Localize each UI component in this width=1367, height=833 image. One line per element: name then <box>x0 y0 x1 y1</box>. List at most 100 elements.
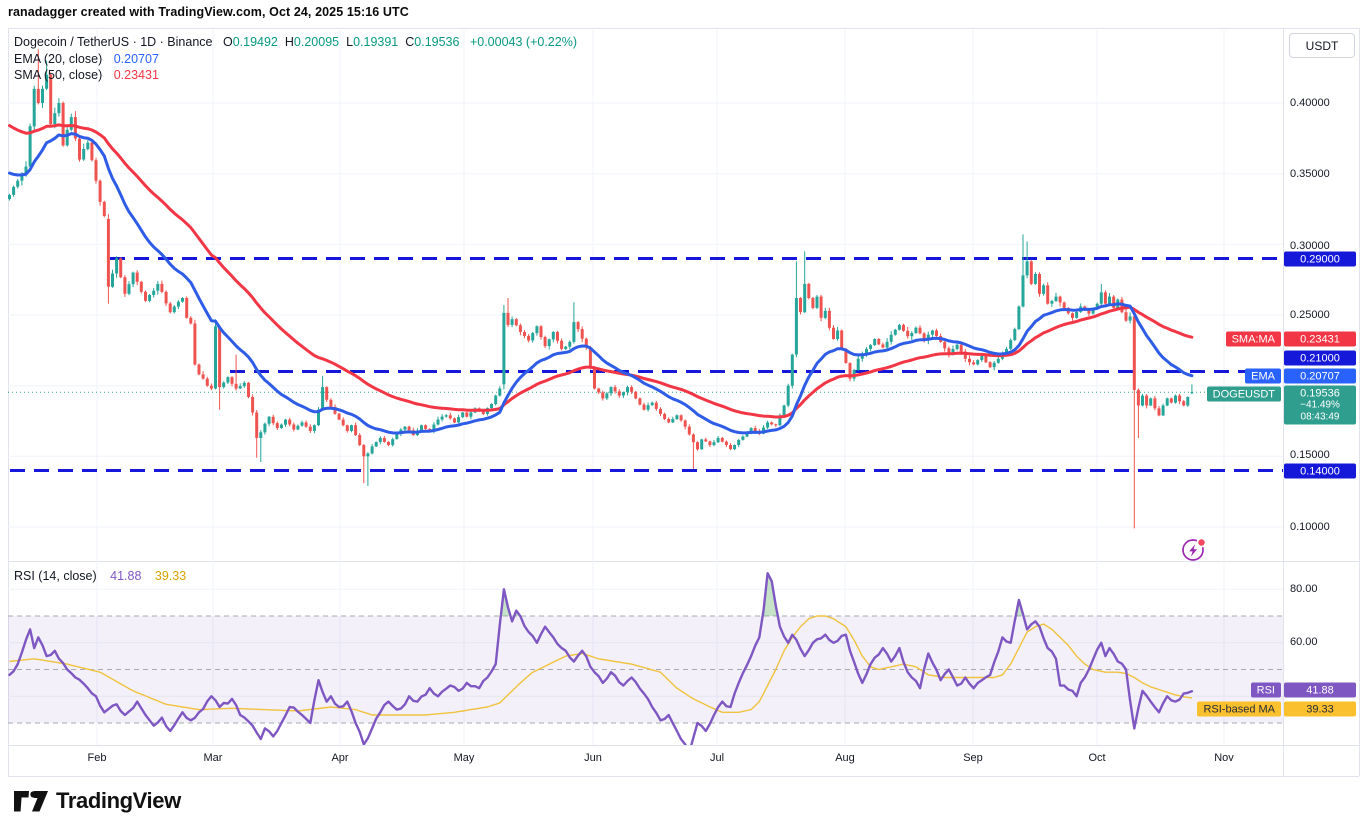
lightning-icon[interactable] <box>1179 535 1209 565</box>
month-label-Feb[interactable]: Feb <box>88 752 107 764</box>
candle-body <box>259 432 262 438</box>
candle-body <box>1149 398 1152 405</box>
month-label-Sep[interactable]: Sep <box>963 752 983 764</box>
axis-label-ema[interactable]: EMA <box>1245 369 1281 384</box>
candle-body <box>1059 297 1062 303</box>
candle-body <box>717 438 720 442</box>
candle-body <box>1137 390 1140 406</box>
ema-legend-row[interactable]: EMA (20, close) 0.20707 <box>14 52 159 66</box>
candle-body <box>535 326 538 333</box>
month-label-May[interactable]: May <box>454 752 475 764</box>
candle-body <box>655 403 658 409</box>
candle-body <box>1071 313 1074 318</box>
rsi-legend-row[interactable]: RSI (14, close) 41.88 39.33 <box>14 569 186 583</box>
rsi-label: RSI (14, close) <box>14 569 97 583</box>
rsi-ma-value: 39.33 <box>155 569 186 583</box>
axis-value-rsi[interactable]: 41.88 <box>1284 683 1356 698</box>
candle-body <box>816 297 819 308</box>
month-label-Apr[interactable]: Apr <box>331 752 348 764</box>
candle-body <box>577 322 580 329</box>
axis-value-rsi-ma[interactable]: 39.33 <box>1284 702 1356 717</box>
candle-body <box>263 424 266 433</box>
candle-body <box>869 345 872 349</box>
axis-value-ema[interactable]: 0.20707 <box>1284 369 1356 384</box>
month-label-Jun[interactable]: Jun <box>584 752 602 764</box>
candle-body <box>651 403 654 406</box>
candle-body <box>1075 312 1078 318</box>
candle-body <box>634 392 637 399</box>
candle-body <box>218 326 221 387</box>
candle-body <box>1022 275 1025 306</box>
candle-body <box>968 359 971 363</box>
candle-body <box>877 339 880 344</box>
axis-value-symbol[interactable]: 0.19536−41.49%08:43:49 <box>1284 386 1356 425</box>
symbol-legend-row[interactable]: Dogecoin / TetherUS · 1D · Binance O0.19… <box>14 35 577 49</box>
candle-body <box>667 419 670 422</box>
month-label-Mar[interactable]: Mar <box>204 752 223 764</box>
month-label-Jul[interactable]: Jul <box>710 752 724 764</box>
candle-body <box>626 387 629 392</box>
axis-value-level-21[interactable]: 0.21000 <box>1284 351 1356 366</box>
axis-label-rsi[interactable]: RSI <box>1251 683 1281 698</box>
frame-top-border <box>8 28 1360 29</box>
month-label-Aug[interactable]: Aug <box>835 752 855 764</box>
ema-value: 0.20707 <box>114 52 159 66</box>
price-tick-0.10000: 0.10000 <box>1290 521 1330 533</box>
candle-body <box>329 400 332 407</box>
candle-body <box>1063 303 1066 308</box>
candle-body <box>391 439 394 445</box>
candle-body <box>321 387 324 410</box>
candle-body <box>1042 285 1045 294</box>
candle-body <box>1038 274 1041 294</box>
candle-body <box>78 139 81 160</box>
axis-label-rsi-ma[interactable]: RSI-based MA <box>1197 702 1281 717</box>
candle-body <box>1182 401 1185 405</box>
candle-body <box>165 292 168 304</box>
candle-body <box>437 420 440 425</box>
candle-body <box>1178 396 1181 402</box>
frame-bottom-border <box>8 776 1359 777</box>
candle-body <box>910 333 913 336</box>
axis-label-sma-ma[interactable]: SMA:MA <box>1226 332 1281 347</box>
candle-body <box>247 383 250 397</box>
chart-canvas[interactable] <box>8 30 1283 745</box>
axis-value-sma-ma[interactable]: 0.23431 <box>1284 332 1356 347</box>
candle-body <box>737 440 740 445</box>
candle-body <box>1026 261 1029 275</box>
candle-body <box>935 331 938 336</box>
ohlc-values: O0.19492H0.20095L0.19391C0.19536 <box>216 35 460 49</box>
candle-body <box>622 392 625 395</box>
candle-body <box>243 383 246 386</box>
month-label-Nov[interactable]: Nov <box>1214 752 1234 764</box>
ohlc-letter-O: O <box>223 35 233 49</box>
price-tick-0.15000: 0.15000 <box>1290 449 1330 461</box>
candle-body <box>1125 312 1128 321</box>
candle-body <box>531 333 534 340</box>
candle-body <box>1030 261 1033 284</box>
sma-legend-row[interactable]: SMA (50, close) 0.23431 <box>14 68 159 82</box>
candle-body <box>498 389 501 396</box>
candle-body <box>993 363 996 367</box>
candle-body <box>803 284 806 312</box>
candle-body <box>82 149 85 160</box>
candle-body <box>255 413 258 438</box>
candle-body <box>956 345 959 349</box>
candle-body <box>708 441 711 445</box>
candle-body <box>70 117 73 130</box>
candle-body <box>53 113 56 124</box>
axis-value-level-29[interactable]: 0.29000 <box>1284 252 1356 267</box>
candle-body <box>136 273 139 282</box>
axis-label-symbol[interactable]: DOGEUSDT <box>1207 387 1281 402</box>
candle-body <box>1166 398 1169 405</box>
candle-body <box>511 319 514 325</box>
price-tick-0.40000: 0.40000 <box>1290 97 1330 109</box>
month-label-Oct[interactable]: Oct <box>1088 752 1105 764</box>
candle-body <box>276 423 279 428</box>
currency-button[interactable]: USDT <box>1289 33 1355 58</box>
candle-body <box>325 387 328 400</box>
tradingview-logo[interactable]: TradingView <box>14 788 181 814</box>
candle-body <box>1050 301 1053 304</box>
candle-body <box>173 307 176 313</box>
axis-value-level-14[interactable]: 0.14000 <box>1284 464 1356 479</box>
candle-body <box>57 103 60 113</box>
